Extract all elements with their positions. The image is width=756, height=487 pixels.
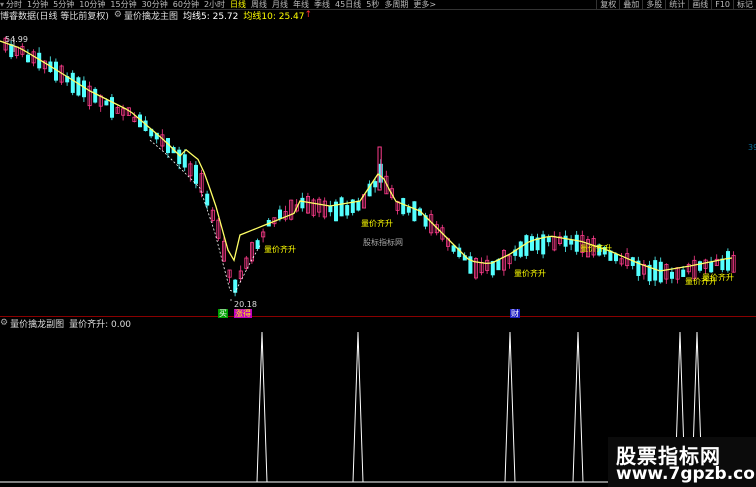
- signal-label: 量价齐升: [580, 244, 612, 253]
- candle-body: [82, 80, 87, 98]
- candle-body: [70, 72, 75, 93]
- center-watermark: 股标指标网: [363, 238, 403, 247]
- candle-body: [406, 207, 411, 213]
- candle-body: [670, 271, 675, 279]
- candle-body: [546, 237, 551, 243]
- candle-body: [345, 205, 350, 216]
- candle-body: [563, 235, 568, 247]
- sub-chart-info: ⚙ 量价擒龙副图 量价齐升: 0.00: [0, 317, 136, 330]
- candle-body: [255, 240, 260, 249]
- candle-body: [698, 261, 703, 271]
- candle-body: [205, 193, 210, 206]
- signal-label: 量价齐升: [264, 245, 296, 254]
- candle-body: [569, 239, 574, 245]
- candle-body: [356, 200, 361, 211]
- high-price-label: 54.99: [5, 35, 28, 44]
- candle-body: [25, 54, 30, 63]
- candle-body: [177, 149, 182, 165]
- signal-spike: [504, 331, 516, 483]
- sell-tag: 涨得: [234, 309, 252, 318]
- candle-body: [93, 88, 98, 103]
- candle-body: [401, 198, 406, 215]
- short-ma-dashed-line: [149, 139, 261, 293]
- low-price-label: 20.18: [234, 300, 257, 309]
- candle-body: [233, 279, 238, 293]
- candle-body: [658, 261, 663, 283]
- candle-body: [614, 253, 619, 262]
- candle-body: [574, 234, 579, 252]
- signal-label: 量价齐升: [514, 269, 546, 278]
- candle-body: [518, 241, 523, 257]
- candle-body: [720, 258, 725, 271]
- watermark-url: www.7gpzb.com: [616, 464, 756, 484]
- sub-indicator-name[interactable]: 量价擒龙副图: [10, 317, 64, 330]
- sub-indicator-value: 量价齐升: 0.00: [69, 319, 132, 330]
- candle-body: [373, 181, 378, 188]
- candle-body: [110, 97, 115, 118]
- candle-body: [193, 164, 198, 184]
- candle-body: [76, 77, 81, 96]
- candle-body: [277, 209, 282, 219]
- signal-spike: [572, 331, 584, 483]
- signal-spike: [256, 331, 268, 483]
- buy-tag: 买: [218, 309, 228, 318]
- candle-body: [339, 197, 344, 217]
- candle-body: [104, 100, 109, 106]
- axis-tick-label: 39: [748, 143, 756, 152]
- candle-body: [412, 201, 417, 222]
- candle-body: [9, 44, 14, 58]
- signal-label: 量价齐升: [361, 219, 393, 228]
- candle-body: [496, 259, 501, 271]
- candle-body: [530, 236, 535, 251]
- settings-icon[interactable]: ⚙: [0, 318, 8, 328]
- finance-tag: 财: [510, 309, 520, 318]
- candle-body: [300, 197, 305, 209]
- candle-body: [328, 205, 333, 213]
- candle-body: [709, 261, 714, 273]
- candle-body: [182, 154, 187, 168]
- signal-spike: [352, 331, 364, 483]
- candle-body: [726, 251, 731, 271]
- signal-label: 量价齐升: [702, 273, 734, 282]
- candle-body: [524, 235, 529, 256]
